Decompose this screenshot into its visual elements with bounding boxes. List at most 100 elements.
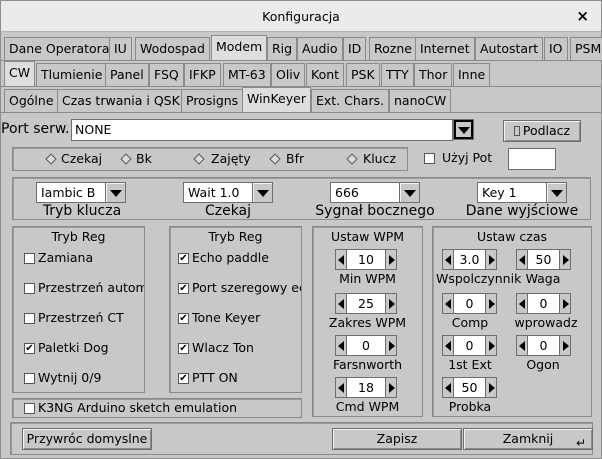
tab-iu[interactable]: IU (109, 37, 132, 60)
tail-spinner[interactable]: 0 (516, 335, 571, 356)
farnsworth-value[interactable]: 0 (346, 335, 386, 356)
tab-io[interactable]: IO (544, 37, 568, 60)
close-icon[interactable]: × (576, 7, 589, 25)
tab-psm[interactable]: PSM (570, 37, 602, 60)
chevron-down-icon[interactable] (252, 182, 273, 203)
save-button[interactable]: Zapisz (332, 428, 462, 450)
increment-icon[interactable] (385, 293, 397, 314)
output-value: Key 1 (477, 182, 547, 203)
increment-icon[interactable] (559, 293, 571, 314)
lead-spinner[interactable]: 0 (516, 293, 571, 314)
keyer-mode-select[interactable]: Iambic B (36, 182, 126, 203)
echo-paddle-checkbox[interactable]: ✔ (178, 253, 189, 264)
tab-inne[interactable]: Inne (453, 63, 491, 86)
tab-internet[interactable]: Internet (415, 37, 475, 60)
tab-ifkp[interactable]: IFKP (184, 63, 221, 86)
k3ng-checkbox[interactable] (24, 403, 35, 414)
chevron-down-icon[interactable] (105, 182, 126, 203)
paddle-dog-checkbox[interactable]: ✔ (24, 343, 35, 354)
increment-icon[interactable] (559, 249, 571, 270)
tab-winkeyer[interactable]: WinKeyer (242, 87, 311, 112)
cut-09-checkbox[interactable] (24, 373, 35, 384)
wpm-range-spinner[interactable]: 25 (335, 293, 397, 314)
close-button[interactable]: Zamknij ↵ (463, 428, 593, 450)
cmd-wpm-value[interactable]: 18 (346, 377, 386, 398)
output-select[interactable]: Key 1 (477, 182, 567, 203)
restore-defaults-button[interactable]: Przywróc domyslne (22, 428, 152, 450)
wait-select[interactable]: Wait 1.0 (183, 182, 273, 203)
tab-wodospad[interactable]: Wodospad (135, 37, 210, 60)
wpm-range-value[interactable]: 25 (346, 293, 386, 314)
tab-oliv[interactable]: Oliv (271, 63, 306, 86)
title-bar: Konfiguracja × (1, 1, 601, 32)
chevron-down-icon[interactable] (453, 119, 474, 140)
tab-rig[interactable]: Rig (267, 37, 298, 60)
chevron-down-icon[interactable] (399, 182, 420, 203)
output-label: Dane wyjściowe (465, 203, 579, 219)
tab-panel[interactable]: Panel (105, 63, 149, 86)
tab-tlumienie[interactable]: Tlumienie (36, 63, 108, 86)
sample-spinner[interactable]: 50 (442, 377, 497, 398)
chevron-down-icon[interactable] (546, 182, 567, 203)
tab-ogolne[interactable]: Ogólne (4, 89, 59, 112)
ct-space-checkbox[interactable] (24, 313, 35, 324)
tab-modem[interactable]: Modem (211, 35, 268, 60)
ratio-spinner[interactable]: 3.0 (442, 249, 497, 270)
tab-audio[interactable]: Audio (297, 37, 343, 60)
tab-kont[interactable]: Kont (306, 63, 345, 86)
tab-dane-operatora[interactable]: Dane Operatora (4, 37, 115, 60)
tone-on-checkbox[interactable]: ✔ (178, 343, 189, 354)
use-pot-checkbox[interactable] (424, 153, 435, 164)
tab-tty[interactable]: TTY (381, 63, 414, 86)
increment-icon[interactable] (485, 335, 497, 356)
min-wpm-value[interactable]: 10 (346, 249, 386, 270)
tab-thor[interactable]: Thor (414, 63, 453, 86)
ptt-on-checkbox[interactable]: ✔ (178, 373, 189, 384)
increment-icon[interactable] (385, 335, 397, 356)
tail-value[interactable]: 0 (527, 335, 560, 356)
tab-autostart[interactable]: Autostart (475, 37, 544, 60)
tab-psk[interactable]: PSK (346, 63, 380, 86)
pot-value-input[interactable] (508, 148, 556, 170)
tab-divider (1, 60, 601, 61)
comp-spinner[interactable]: 0 (442, 293, 497, 314)
mode-reg-group-1: Tryb Reg Zamiana Przestrzeń automatycz P… (12, 226, 145, 393)
increment-icon[interactable] (385, 377, 397, 398)
first-ext-spinner[interactable]: 0 (442, 335, 497, 356)
connect-button[interactable]: Podlacz (503, 120, 581, 142)
weight-value[interactable]: 50 (527, 249, 560, 270)
tab-ext-chars[interactable]: Ext. Chars. (311, 89, 390, 112)
tone-keyer-checkbox[interactable]: ✔ (178, 313, 189, 324)
lead-value[interactable]: 0 (527, 293, 560, 314)
increment-icon[interactable] (385, 249, 397, 270)
swap-label: Zamiana (38, 250, 94, 265)
serial-port-input[interactable]: NONE (71, 119, 453, 141)
increment-icon[interactable] (559, 335, 571, 356)
tab-czas-trwania[interactable]: Czas trwania i QSK (57, 89, 185, 112)
serial-port-dropdown[interactable] (453, 119, 475, 140)
increment-icon[interactable] (485, 249, 497, 270)
tone-on-label: Wlacz Ton (192, 340, 254, 355)
sample-value[interactable]: 50 (453, 377, 486, 398)
cmd-wpm-spinner[interactable]: 18 (335, 377, 397, 398)
min-wpm-spinner[interactable]: 10 (335, 249, 397, 270)
weight-spinner[interactable]: 50 (516, 249, 571, 270)
auto-space-checkbox[interactable] (24, 283, 35, 294)
increment-icon[interactable] (485, 377, 497, 398)
sidetone-select[interactable]: 666 (330, 182, 420, 203)
farnsworth-spinner[interactable]: 0 (335, 335, 397, 356)
tab-rozne[interactable]: Rozne (369, 37, 417, 60)
tab-nanocw[interactable]: nanoCW (389, 89, 452, 112)
serial-echo-checkbox[interactable]: ✔ (178, 283, 189, 294)
tab-fsq[interactable]: FSQ (149, 63, 184, 86)
first-ext-value[interactable]: 0 (453, 335, 486, 356)
tab-prosigns[interactable]: Prosigns (181, 89, 244, 112)
tab-mt63[interactable]: MT-63 (223, 63, 271, 86)
ratio-value[interactable]: 3.0 (453, 249, 486, 270)
tab-cw[interactable]: CW (4, 61, 36, 86)
comp-value[interactable]: 0 (453, 293, 486, 314)
tab-id[interactable]: ID (343, 37, 367, 60)
swap-checkbox[interactable] (24, 253, 35, 264)
increment-icon[interactable] (485, 293, 497, 314)
ptt-on-label: PTT ON (192, 370, 238, 385)
